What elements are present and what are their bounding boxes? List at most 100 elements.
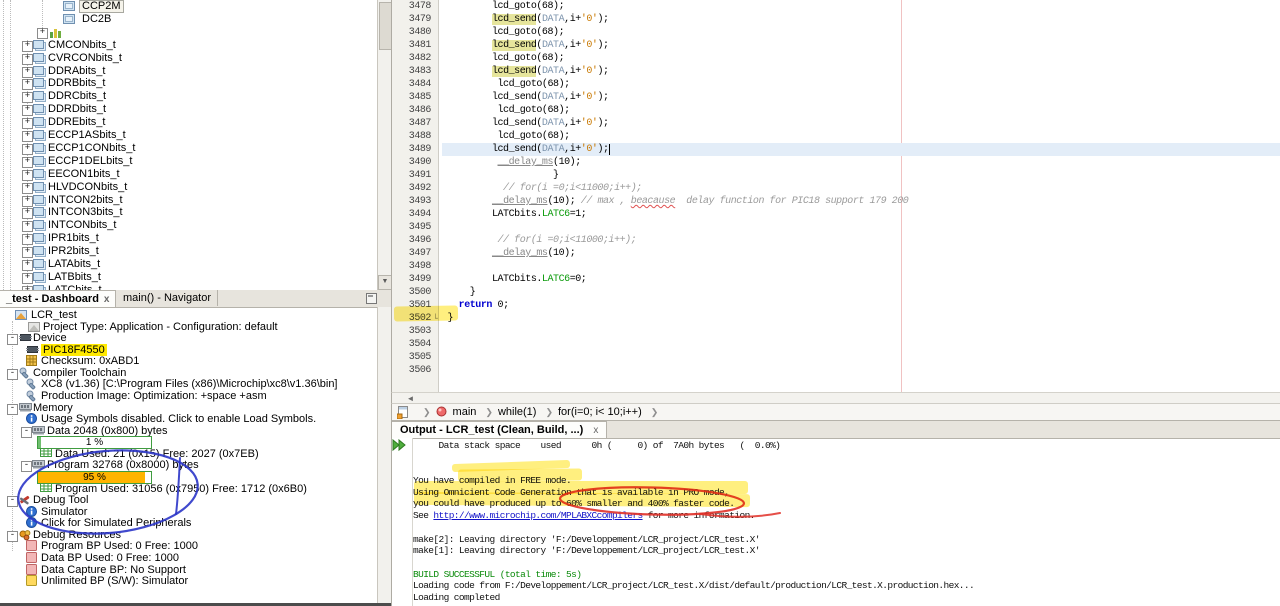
expand-icon[interactable]: + [22, 143, 33, 155]
scroll-left-arrow-icon[interactable]: ◄ [405, 394, 416, 403]
expand-icon[interactable]: + [22, 92, 33, 104]
line-number[interactable]: 3486 [392, 104, 438, 117]
dashboard-item[interactable]: Unlimited BP (S/W): Simulator [0, 575, 377, 587]
tree-item-ddrebits_t[interactable]: + DDREbits_t [0, 116, 391, 130]
breadcrumb-item-while[interactable]: while(1) [498, 406, 537, 418]
close-icon[interactable]: x [593, 425, 598, 436]
tree-item-eccp1delbits_t[interactable]: + ECCP1DELbits_t [0, 155, 391, 168]
tree-item-cmconbits_t[interactable]: + CMCONbits_t [0, 39, 391, 52]
line-number[interactable]: 3505 [392, 351, 438, 364]
memory-usage-bar[interactable]: 95 % [0, 470, 377, 484]
line-number[interactable]: 3490 [392, 156, 438, 169]
tree-item-hlvdconbits_t[interactable]: + HLVDCONbits_t [0, 181, 391, 194]
line-number[interactable]: 3494 [392, 208, 438, 221]
scrollbar-thumb[interactable] [379, 2, 391, 50]
dashboard-item[interactable]: Production Image: Optimization: +space +… [0, 390, 377, 402]
fold-end-marker[interactable]: └ [433, 314, 438, 323]
dashboard-item[interactable]: Data Capture BP: No Support [0, 563, 377, 576]
expand-icon[interactable]: + [22, 66, 33, 78]
breadcrumb-item-for[interactable]: for(i=0; i< 10;i++) [558, 406, 642, 418]
dashboard-tree[interactable]: LCR_test Project Type: Application - Conf… [0, 307, 377, 603]
line-number[interactable]: 3496 [392, 234, 438, 247]
tree-item-ipr1bits_t[interactable]: + IPR1bits_t [0, 232, 391, 246]
tree-item-ddrabits_t[interactable]: + DDRAbits_t [0, 65, 391, 78]
expand-icon[interactable]: + [22, 272, 33, 284]
expand-icon[interactable]: + [22, 260, 33, 271]
breadcrumb-item-main[interactable]: main [436, 406, 476, 418]
expand-icon[interactable]: + [22, 169, 33, 181]
expand-icon[interactable]: + [22, 53, 33, 65]
line-number[interactable]: 3488 [392, 130, 438, 143]
dashboard-item[interactable]: Click for Simulated Peripherals [0, 517, 377, 529]
close-icon[interactable]: x [104, 294, 110, 305]
tab-dashboard[interactable]: _test - Dashboard x [0, 290, 117, 307]
line-number[interactable]: 3491 [392, 169, 438, 182]
editor-gutter[interactable]: 3478 3479 3480 3481 3482 3483 3484 3485 3486 3487… [392, 0, 439, 392]
output-hyperlink[interactable]: http://www.microchip.com/MPLABXCcompiler… [433, 510, 643, 521]
tree-item[interactable]: + [0, 26, 391, 39]
expand-icon[interactable]: + [22, 79, 33, 91]
tree-item-eccp1conbits_t[interactable]: + ECCP1CONbits_t [0, 142, 391, 155]
tree-item-ddrbbits_t[interactable]: + DDRBbits_t [0, 77, 391, 91]
line-number[interactable]: 3482 [392, 52, 438, 65]
expand-icon[interactable]: + [22, 131, 33, 142]
line-number[interactable]: 3498 [392, 260, 438, 273]
line-number[interactable]: 3502 [392, 312, 438, 325]
tree-item-ccp2m[interactable]: CCP2M [0, 0, 391, 13]
line-number[interactable]: 3487 [392, 117, 438, 130]
tree-item-eccp1asbits_t[interactable]: + ECCP1ASbits_t [0, 129, 391, 142]
expand-icon[interactable]: + [37, 27, 48, 39]
line-number[interactable]: 3479 [392, 13, 438, 26]
expand-icon[interactable]: + [22, 234, 33, 246]
expand-icon[interactable]: + [22, 221, 33, 233]
expand-icon[interactable]: + [22, 247, 33, 259]
tree-item-latabits_t[interactable]: + LATAbits_t [0, 258, 391, 271]
types-tree-panel[interactable]: CCP2M DC2B + + CMCONbits_t + CVRCONbits_t + DDRA… [0, 0, 391, 291]
code-editor[interactable]: 3478 3479 3480 3481 3482 3483 3484 3485 3486 3487… [391, 0, 1280, 392]
tree-item-cvrconbits_t[interactable]: + CVRCONbits_t [0, 52, 391, 65]
line-number[interactable]: 3485 [392, 91, 438, 104]
breadcrumb-item[interactable] [397, 406, 414, 419]
expand-icon[interactable]: + [22, 182, 33, 194]
tree-vertical-scrollbar[interactable]: ▼ [377, 0, 391, 290]
rerun-build-icon[interactable] [392, 438, 407, 452]
scroll-down-arrow-icon[interactable]: ▼ [378, 275, 391, 290]
dashboard-item[interactable]: Program BP Used: 0 Free: 1000 [0, 540, 377, 552]
line-number[interactable]: 3493 [392, 195, 438, 208]
expand-icon[interactable]: + [22, 105, 33, 117]
output-console[interactable]: Data stack space used 0h ( 0) of 7A0h by… [413, 438, 1280, 606]
tree-item-intconbits_t[interactable]: + INTCONbits_t [0, 219, 391, 233]
expand-icon[interactable]: + [22, 40, 33, 52]
dashboard-item[interactable]: Project Type: Application - Configuratio… [0, 321, 377, 333]
code-area[interactable]: lcd_goto(68); lcd_send(DATA,i+'0'); lcd_… [442, 0, 1280, 392]
line-number[interactable]: 3501 [392, 299, 438, 312]
line-number[interactable]: 3495 [392, 221, 438, 234]
dashboard-item[interactable]: - Debug Tool [0, 494, 377, 508]
dashboard-item[interactable]: - Compiler Toolchain [0, 367, 377, 380]
dashboard-item[interactable]: Data BP Used: 0 Free: 1000 [0, 551, 377, 564]
line-number[interactable]: 3506 [392, 364, 438, 377]
dashboard-item[interactable]: PIC18F4550 [0, 343, 377, 356]
dashboard-item[interactable]: Simulator [0, 505, 377, 518]
expand-icon[interactable]: + [22, 156, 33, 168]
line-number[interactable]: 3480 [392, 26, 438, 39]
line-number[interactable]: 3503 [392, 325, 438, 338]
line-number[interactable]: 3500 [392, 286, 438, 299]
expand-icon[interactable]: + [22, 118, 33, 130]
tree-item-ddrdbits_t[interactable]: + DDRDbits_t [0, 103, 391, 117]
dashboard-scrollbar[interactable] [377, 307, 391, 603]
line-number[interactable]: 3481 [392, 39, 438, 52]
dashboard-item[interactable]: - Device [0, 332, 377, 346]
line-number[interactable]: 3504 [392, 338, 438, 351]
dashboard-item[interactable]: - Memory [0, 402, 377, 415]
tab-navigator[interactable]: main() - Navigator [117, 290, 219, 306]
tree-item-intcon3bits_t[interactable]: + INTCON3bits_t [0, 206, 391, 220]
memory-usage-bar[interactable]: 1 % [0, 436, 377, 450]
window-float-icon[interactable] [366, 293, 377, 304]
line-number[interactable]: 3489 [392, 143, 438, 156]
dashboard-item[interactable]: Data Used: 21 (0x15) Free: 2027 (0x7EB) [0, 447, 377, 460]
line-number[interactable]: 3478 [392, 0, 438, 13]
dashboard-item[interactable]: - Program 32768 (0x8000) bytes [0, 459, 377, 473]
line-number[interactable]: 3492 [392, 182, 438, 195]
dashboard-item[interactable]: - Debug Resources [0, 529, 377, 542]
